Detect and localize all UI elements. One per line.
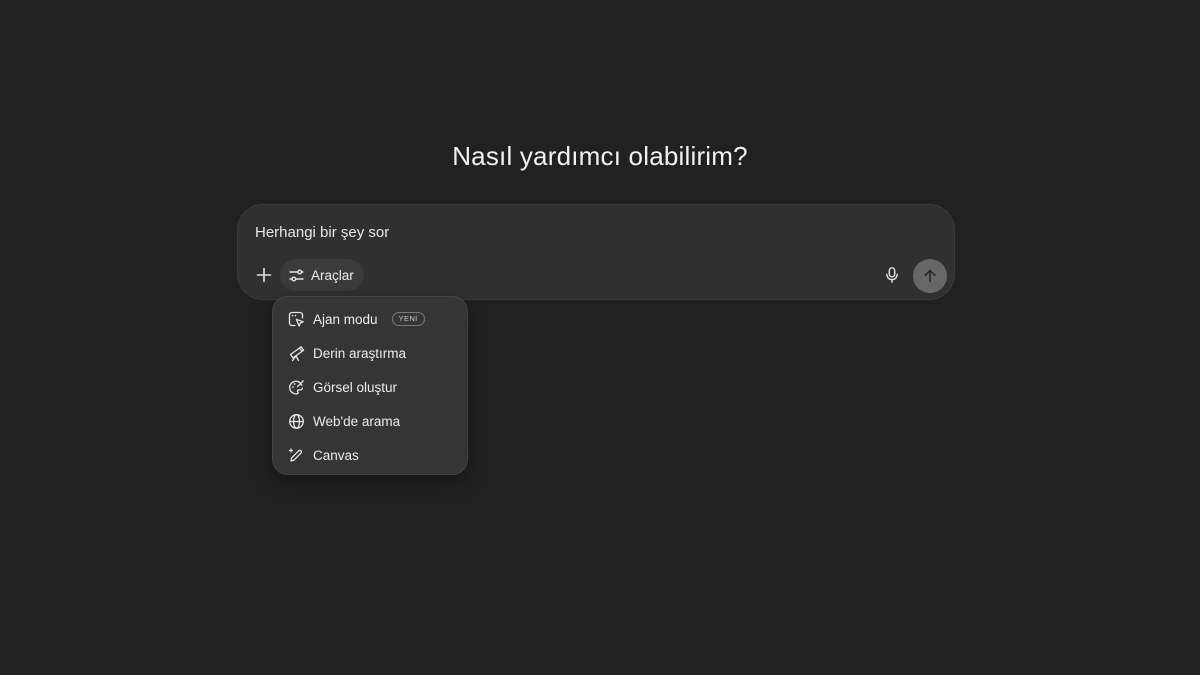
microphone-icon bbox=[883, 266, 901, 284]
composer: Araçlar bbox=[237, 204, 955, 300]
prompt-input[interactable] bbox=[255, 220, 855, 244]
menu-item-canvas[interactable]: Canvas bbox=[273, 438, 467, 472]
sliders-icon bbox=[288, 267, 305, 284]
microphone-button[interactable] bbox=[878, 261, 906, 289]
menu-item-label: Canvas bbox=[313, 447, 359, 463]
palette-icon bbox=[288, 379, 305, 396]
menu-item-create-image[interactable]: Görsel oluştur bbox=[273, 370, 467, 404]
menu-item-agent-mode[interactable]: Ajan modu YENİ bbox=[273, 302, 467, 336]
menu-item-label: Web'de arama bbox=[313, 413, 401, 429]
menu-item-label: Derin araştırma bbox=[313, 345, 407, 361]
menu-item-web-search[interactable]: Web'de arama bbox=[273, 404, 467, 438]
menu-item-label: Görsel oluştur bbox=[313, 379, 398, 395]
tools-label: Araçlar bbox=[311, 267, 354, 283]
send-button[interactable] bbox=[913, 259, 947, 293]
globe-icon bbox=[288, 413, 305, 430]
page-heading: Nasıl yardımcı olabilirim? bbox=[452, 141, 748, 171]
plus-icon bbox=[255, 266, 273, 284]
telescope-icon bbox=[288, 345, 305, 362]
agent-cursor-icon bbox=[288, 311, 305, 328]
menu-item-deep-research[interactable]: Derin araştırma bbox=[273, 336, 467, 370]
menu-item-label: Ajan modu bbox=[313, 311, 378, 327]
pencil-sparkle-icon bbox=[288, 447, 305, 464]
tools-menu: Ajan modu YENİ Derin araştırma Görsel ol… bbox=[272, 296, 468, 475]
new-badge: YENİ bbox=[391, 312, 425, 326]
arrow-up-icon bbox=[922, 268, 938, 284]
tools-button[interactable]: Araçlar bbox=[280, 259, 364, 291]
add-button[interactable] bbox=[250, 261, 278, 289]
